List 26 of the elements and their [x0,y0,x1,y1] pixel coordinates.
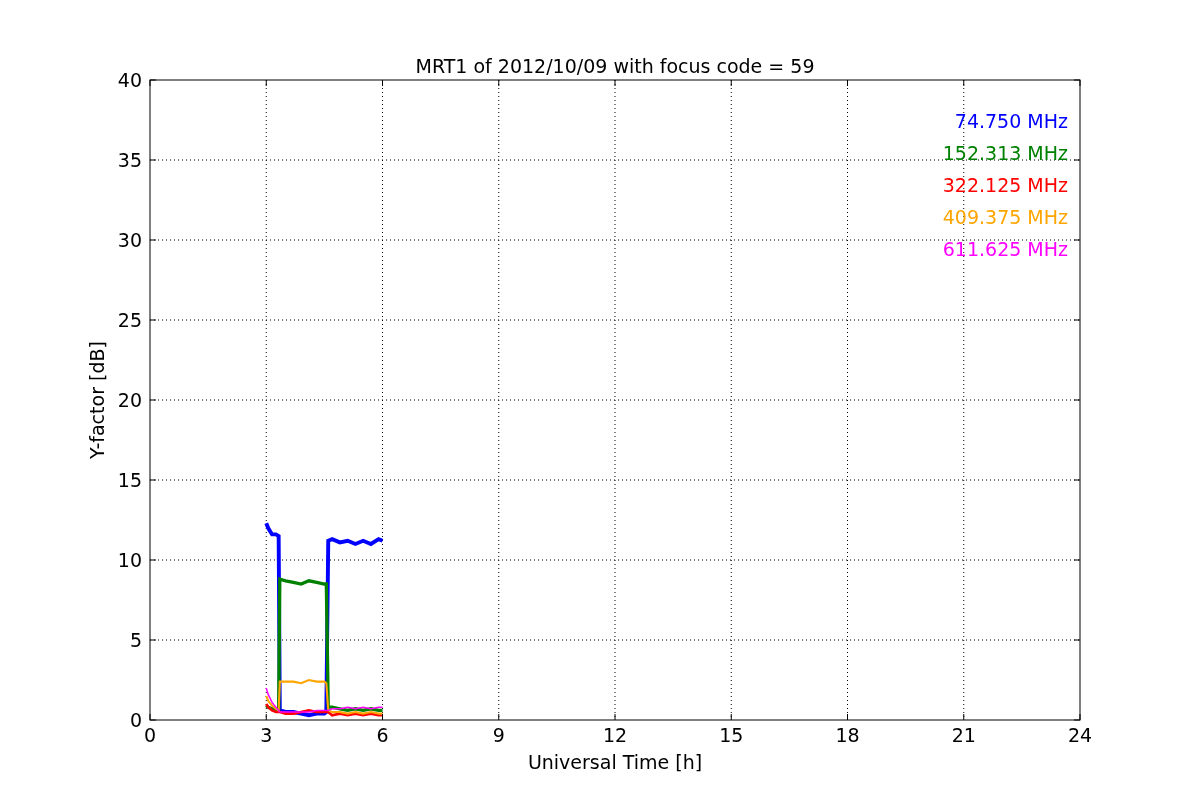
legend-label: 611.625 MHz [942,238,1068,260]
tick-label: 9 [492,724,505,746]
tick-label: 25 [117,309,142,331]
tick-label: 21 [951,724,976,746]
legend-label: 322.125 MHz [942,174,1068,196]
tick-label: 20 [117,389,142,411]
tick-label: 15 [117,469,142,491]
tick-label: 5 [129,629,142,651]
tick-label: 15 [719,724,744,746]
tick-label: 10 [117,549,142,571]
tick-label: 6 [376,724,389,746]
tick-label: 18 [835,724,860,746]
axis-title: Y-factor [dB] [86,341,108,459]
tick-label: 12 [602,724,628,746]
tick-label: 30 [117,229,142,251]
legend-label: 409.375 MHz [942,206,1068,228]
tick-label: 40 [117,69,142,91]
legend-label: 74.750 MHz [954,110,1068,132]
axis-title: Universal Time [h] [527,751,703,773]
tick-label: 3 [260,724,273,746]
tick-label: 0 [143,724,157,746]
tick-label: 0 [129,709,142,731]
chart-title: MRT1 of 2012/10/09 with focus code = 59 [415,55,815,77]
tick-label: 24 [1067,724,1093,746]
tick-label: 35 [117,149,142,171]
legend-label: 152.313 MHz [942,142,1068,164]
